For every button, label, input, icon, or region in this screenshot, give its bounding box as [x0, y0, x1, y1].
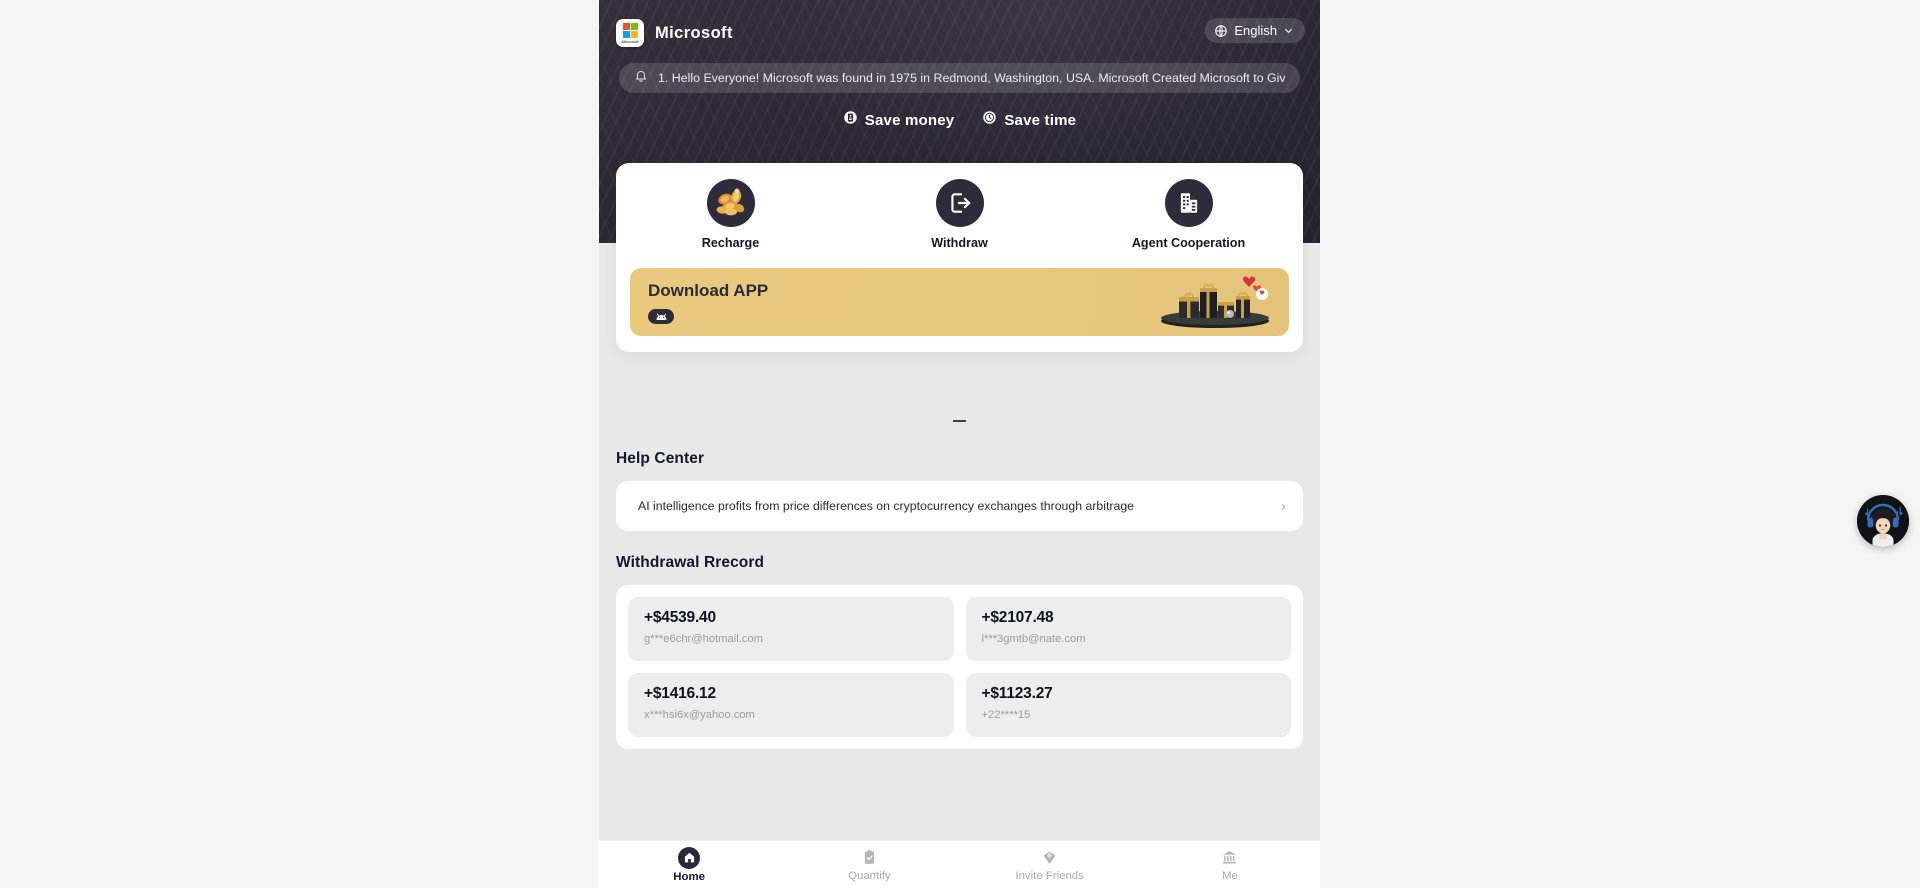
- tab-label: Quantify: [848, 869, 891, 882]
- tab-me[interactable]: Me: [1140, 841, 1320, 888]
- android-icon: [648, 309, 674, 324]
- language-label: English: [1234, 23, 1277, 38]
- chevron-down-icon: [1283, 25, 1294, 36]
- quick-action-label: Agent Cooperation: [1131, 236, 1246, 250]
- bank-icon: [1221, 848, 1238, 868]
- slogan-label: Save time: [1004, 111, 1077, 129]
- home-icon: [678, 846, 701, 869]
- slogan-save-money: Save money: [843, 110, 955, 130]
- quick-action-label: Withdraw: [931, 236, 988, 250]
- logo-wordmark: Microsoft: [621, 39, 639, 44]
- chevron-right-icon: ›: [1281, 497, 1286, 515]
- microsoft-logo-icon: Microsoft: [616, 19, 644, 47]
- gift-boxes-icon: [1145, 271, 1275, 334]
- brand-name: Microsoft: [655, 23, 733, 42]
- withdrawal-amount: +$4539.40: [644, 609, 716, 626]
- tab-home[interactable]: Home: [599, 841, 779, 888]
- banner-title: Download APP: [648, 281, 769, 300]
- withdrawal-record-item: +$4539.40 g***e6chr@hotmail.com: [628, 597, 954, 661]
- withdrawal-record-list: +$4539.40 g***e6chr@hotmail.com +$2107.4…: [616, 585, 1303, 749]
- building-icon: [1164, 179, 1213, 227]
- page-root: Microsoft Microsoft English 1. Hello Eve…: [0, 0, 1920, 888]
- withdrawal-amount: +$1416.12: [644, 685, 716, 702]
- withdraw-arrow-icon: [935, 179, 984, 227]
- withdrawal-record-title: Withdrawal Rrecord: [616, 554, 765, 571]
- withdrawal-account: g***e6chr@hotmail.com: [644, 633, 763, 645]
- bell-icon: [634, 68, 648, 88]
- tab-invite-friends[interactable]: Invite Friends: [960, 841, 1140, 888]
- quick-action-recharge[interactable]: Recharge: [616, 179, 845, 250]
- gold-coins-icon: [706, 179, 755, 227]
- slogan-label: Save money: [864, 111, 955, 129]
- quick-action-card: Recharge Withdraw Agent Cooperation Down…: [616, 163, 1303, 352]
- withdrawal-record-item: +$1123.27 +22****15: [965, 673, 1291, 737]
- help-center-title: Help Center: [616, 450, 705, 467]
- customer-service-avatar-icon[interactable]: [1857, 495, 1909, 547]
- withdrawal-account: x***hsi6x@yahoo.com: [644, 709, 755, 721]
- quick-action-label: Recharge: [701, 236, 760, 250]
- quick-actions: Recharge Withdraw Agent Cooperation: [616, 179, 1303, 250]
- slogan-row: Save money Save time: [599, 110, 1320, 130]
- quick-action-withdraw[interactable]: Withdraw: [845, 179, 1074, 250]
- tab-label: Home: [673, 870, 705, 883]
- mobile-viewport: Microsoft Microsoft English 1. Hello Eve…: [599, 0, 1320, 888]
- withdrawal-account: l***3gmtb@nate.com: [981, 633, 1086, 645]
- notice-text: 1. Hello Everyone! Microsoft was found i…: [658, 71, 1285, 85]
- clock-icon: [982, 110, 997, 130]
- withdrawal-record-item: +$1416.12 x***hsi6x@yahoo.com: [628, 673, 954, 737]
- tab-label: Me: [1221, 869, 1238, 882]
- withdrawal-account: +22****15: [981, 709, 1031, 721]
- withdrawal-amount: +$2107.48: [981, 609, 1054, 626]
- withdrawal-record-item: +$2107.48 l***3gmtb@nate.com: [965, 597, 1291, 661]
- download-app-banner[interactable]: Download APP: [630, 268, 1289, 336]
- notice-bar[interactable]: 1. Hello Everyone! Microsoft was found i…: [619, 63, 1300, 93]
- tab-quantify[interactable]: Quantify: [779, 841, 959, 888]
- clipboard-check-icon: [861, 848, 878, 868]
- diamond-icon: [1041, 848, 1058, 868]
- globe-icon: [1214, 24, 1228, 38]
- bottom-tab-bar: Home Quantify Invite Friends Me: [599, 840, 1320, 888]
- withdrawal-amount: +$1123.27: [981, 685, 1053, 702]
- slogan-save-time: Save time: [982, 110, 1076, 130]
- help-center-item-text: AI intelligence profits from price diffe…: [638, 499, 1135, 513]
- money-bill-icon: [843, 110, 858, 130]
- tab-label: Invite Friends: [1015, 869, 1084, 882]
- language-selector[interactable]: English: [1205, 18, 1305, 43]
- quick-action-agent-cooperation[interactable]: Agent Cooperation: [1074, 179, 1303, 250]
- help-center-item[interactable]: AI intelligence profits from price diffe…: [616, 481, 1303, 531]
